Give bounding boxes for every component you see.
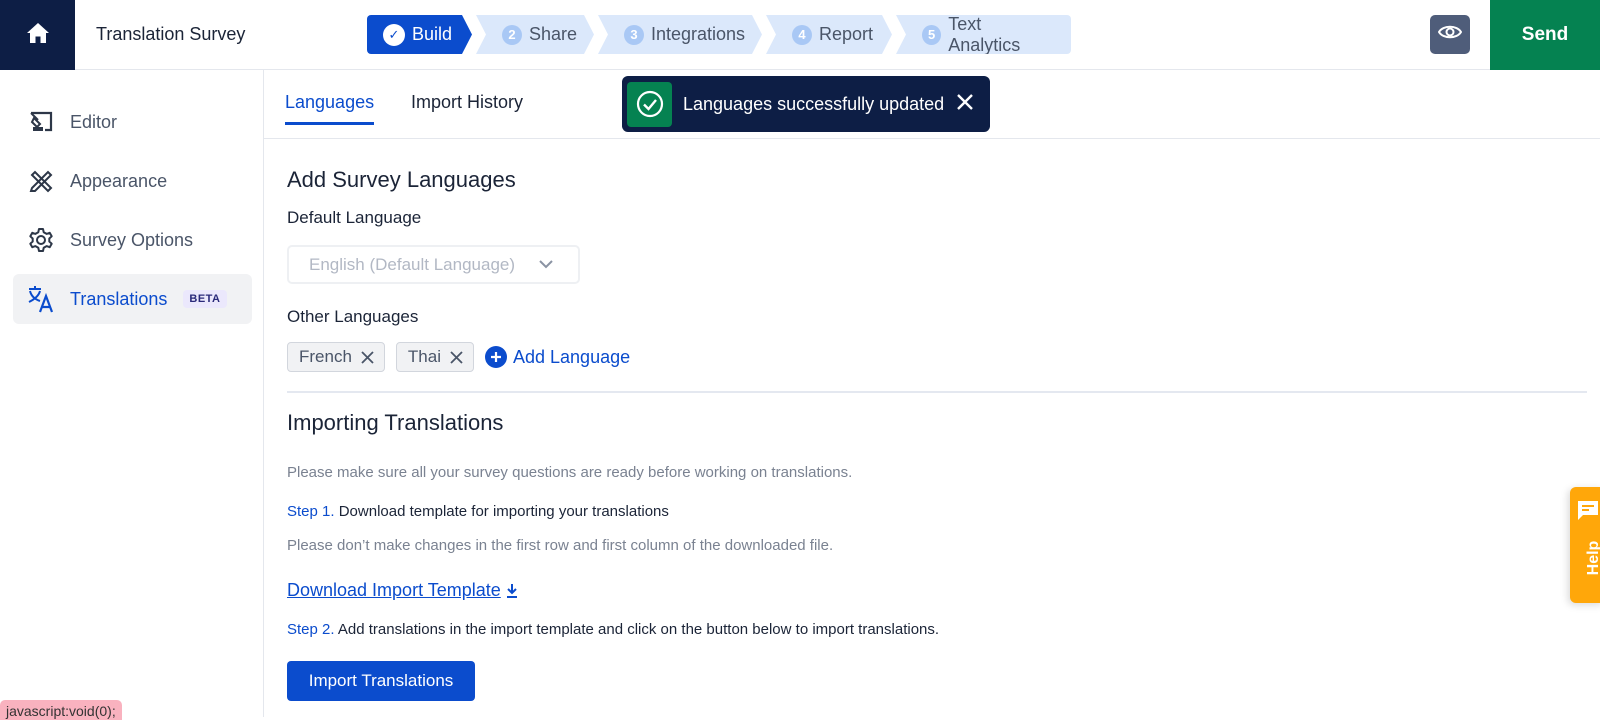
send-button[interactable]: Send — [1490, 0, 1600, 70]
tab-languages[interactable]: Languages — [285, 92, 375, 125]
step-number: 4 — [792, 25, 812, 45]
default-language-label: Default Language — [287, 208, 422, 227]
download-link-label: Download Import Template — [287, 580, 501, 600]
close-icon — [361, 350, 374, 364]
home-button[interactable] — [0, 0, 75, 70]
step-label: Share — [529, 24, 578, 44]
close-toast-button[interactable] — [952, 91, 978, 117]
editor-icon — [26, 107, 56, 137]
success-toast: Languages successfully updated — [622, 76, 990, 132]
sidebar-item-label: Editor — [70, 111, 118, 132]
appearance-icon — [26, 166, 56, 196]
import-translations-button[interactable]: Import Translations — [287, 661, 475, 701]
step1-instruction: Step 1. Download template for importing … — [287, 503, 669, 520]
remove-language-button[interactable] — [450, 350, 463, 364]
download-icon — [506, 583, 518, 599]
other-languages-label: Other Languages — [287, 307, 419, 326]
top-bar: Translation Survey ✓ Build 2 Share 3 Int… — [0, 0, 1600, 70]
default-language-value: English (Default Language) — [309, 254, 516, 274]
sidebar-item-label: Appearance — [70, 170, 168, 191]
help-widget[interactable]: Help — [1570, 487, 1600, 603]
chip-label: French — [299, 347, 352, 366]
check-circle-icon — [627, 81, 672, 127]
importing-note: Please make sure all your survey questio… — [287, 464, 853, 481]
chat-icon — [1576, 499, 1600, 528]
beta-badge: BETA — [183, 290, 227, 308]
survey-title: Translation Survey — [96, 24, 246, 44]
check-icon: ✓ — [383, 24, 405, 46]
translate-icon — [26, 284, 56, 314]
step-label: Integrations — [651, 24, 746, 44]
step-label: Text Analytics — [948, 13, 1021, 55]
sidebar: Editor Appearance Survey Options Transla… — [0, 70, 264, 717]
step-label: Report — [819, 24, 874, 44]
plus-circle-icon — [485, 346, 507, 368]
link-status-bar: javascript:void(0); — [0, 700, 122, 720]
download-template-link[interactable]: Download Import Template — [287, 580, 518, 601]
add-languages-heading: Add Survey Languages — [287, 167, 516, 192]
sidebar-item-label: Translations — [70, 288, 168, 309]
sidebar-item-survey-options[interactable]: Survey Options — [13, 215, 252, 265]
language-chip-french: French — [287, 342, 385, 372]
workflow-stepper: ✓ Build 2 Share 3 Integrations 4 Report … — [367, 15, 1075, 54]
step-share[interactable]: 2 Share — [476, 15, 594, 54]
step2-label: Step 2. — [287, 621, 335, 638]
eye-icon — [1437, 24, 1463, 45]
add-language-label: Add Language — [513, 346, 631, 367]
step-label: Build — [412, 24, 453, 44]
chevron-down-icon — [538, 256, 554, 277]
add-language-button[interactable]: Add Language — [485, 346, 630, 368]
sidebar-item-editor[interactable]: Editor — [13, 97, 252, 147]
step-integrations[interactable]: 3 Integrations — [598, 15, 762, 54]
sidebar-item-label: Survey Options — [70, 229, 194, 250]
step1-text: Download template for importing your tra… — [334, 503, 669, 520]
importing-heading: Importing Translations — [287, 410, 504, 435]
help-label: Help — [1585, 540, 1600, 576]
remove-language-button[interactable] — [361, 350, 374, 364]
toast-message: Languages successfully updated — [683, 93, 945, 114]
default-language-select[interactable]: English (Default Language) — [287, 245, 580, 284]
chip-label: Thai — [407, 347, 441, 366]
gear-icon — [26, 225, 56, 255]
section-divider — [287, 391, 1587, 393]
sidebar-item-appearance[interactable]: Appearance — [13, 156, 252, 206]
tab-import-history[interactable]: Import History — [411, 92, 523, 122]
language-chip-thai: Thai — [395, 342, 474, 372]
step-text-analytics[interactable]: 5 Text Analytics — [896, 15, 1071, 54]
step-report[interactable]: 4 Report — [766, 15, 892, 54]
step-number: 3 — [624, 25, 644, 45]
home-icon — [26, 22, 50, 49]
step2-instruction: Step 2. Add translations in the import t… — [287, 621, 939, 638]
step2-text: Add translations in the import template … — [334, 621, 940, 638]
close-icon — [450, 350, 463, 364]
sidebar-item-translations[interactable]: Translations BETA — [13, 274, 252, 324]
step-build[interactable]: ✓ Build — [367, 15, 472, 54]
step-number: 5 — [922, 24, 942, 45]
other-languages-list: French Thai Add Language — [287, 342, 630, 372]
preview-button[interactable] — [1430, 15, 1470, 54]
step1-label: Step 1. — [287, 503, 335, 520]
step1-note: Please don’t make changes in the first r… — [287, 537, 834, 554]
close-icon — [956, 93, 974, 116]
step-number: 2 — [502, 25, 522, 45]
